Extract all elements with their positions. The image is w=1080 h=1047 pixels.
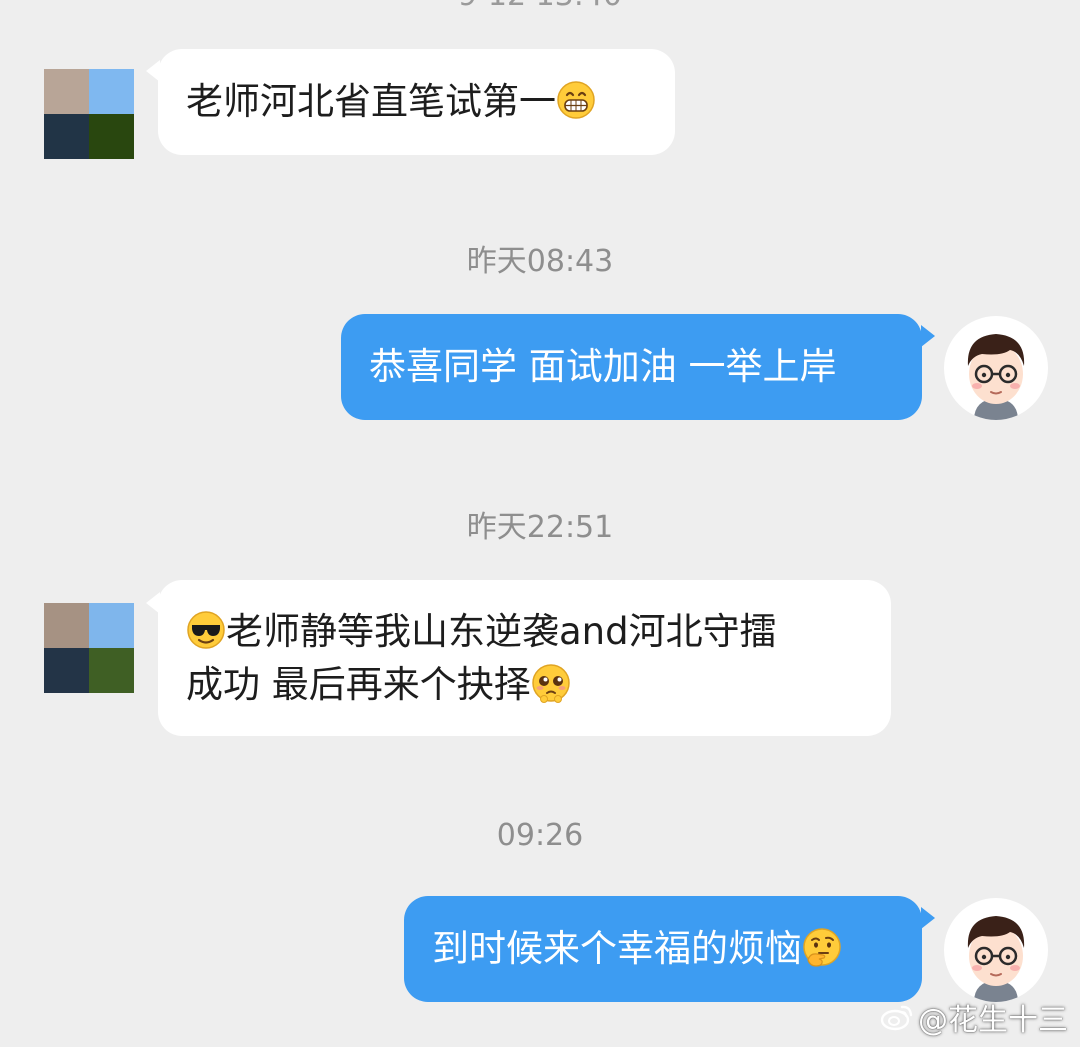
avatar-pixel xyxy=(44,603,89,648)
sunglasses-face-emoji xyxy=(187,611,225,649)
message-bubble-incoming[interactable]: 老师河北省直笔试第一 xyxy=(158,49,675,155)
message-line: 老师静等我山东逆袭and河北守擂 xyxy=(186,605,863,658)
message-timestamp: 09:26 xyxy=(496,818,584,853)
message-timestamp: 昨天08:43 xyxy=(466,244,614,279)
weibo-icon xyxy=(880,1005,913,1031)
message-text: 老师静等我山东逆袭and河北守擂 xyxy=(226,610,777,653)
grinning-face-emoji xyxy=(557,81,595,119)
message-text: 老师河北省直笔试第一 xyxy=(186,80,556,123)
message-bubble-outgoing[interactable]: 恭喜同学 面试加油 一举上岸 xyxy=(341,314,922,420)
teacher-avatar[interactable] xyxy=(944,898,1048,1002)
avatar-pixel xyxy=(44,648,89,693)
message-line: 成功 最后再来个抉择 xyxy=(186,658,863,711)
avatar-pixel xyxy=(89,603,134,648)
avatar-pixel xyxy=(44,114,89,159)
watermark-text: @花生十三 xyxy=(918,1003,1068,1038)
avatar-pixel xyxy=(89,648,134,693)
message-text: 成功 最后再来个抉择 xyxy=(186,663,531,706)
avatar-pixel xyxy=(89,69,134,114)
thinking-face-emoji xyxy=(803,928,841,967)
student-avatar[interactable] xyxy=(44,69,134,159)
message-bubble-incoming[interactable]: 老师静等我山东逆袭and河北守擂 成功 最后再来个抉择 xyxy=(158,580,891,736)
cut-off-timestamp: 9-12 13:40 xyxy=(0,0,1080,13)
bubble-tail xyxy=(921,907,935,929)
message-text: 到时候来个幸福的烦恼 xyxy=(432,927,802,970)
message-timestamp: 昨天22:51 xyxy=(466,510,614,545)
avatar-pixel xyxy=(89,114,134,159)
bubble-tail xyxy=(921,325,935,347)
message-text: 恭喜同学 面试加油 一举上岸 xyxy=(369,345,837,388)
cartoon-man-with-glasses-icon xyxy=(967,916,1025,1002)
pleading-face-emoji xyxy=(532,664,570,703)
cartoon-man-with-glasses-icon xyxy=(967,334,1025,420)
teacher-avatar[interactable] xyxy=(944,316,1048,420)
watermark: @花生十三 xyxy=(880,995,1068,1039)
student-avatar[interactable] xyxy=(44,603,134,693)
avatar-pixel xyxy=(44,69,89,114)
message-bubble-outgoing[interactable]: 到时候来个幸福的烦恼 xyxy=(404,896,922,1002)
